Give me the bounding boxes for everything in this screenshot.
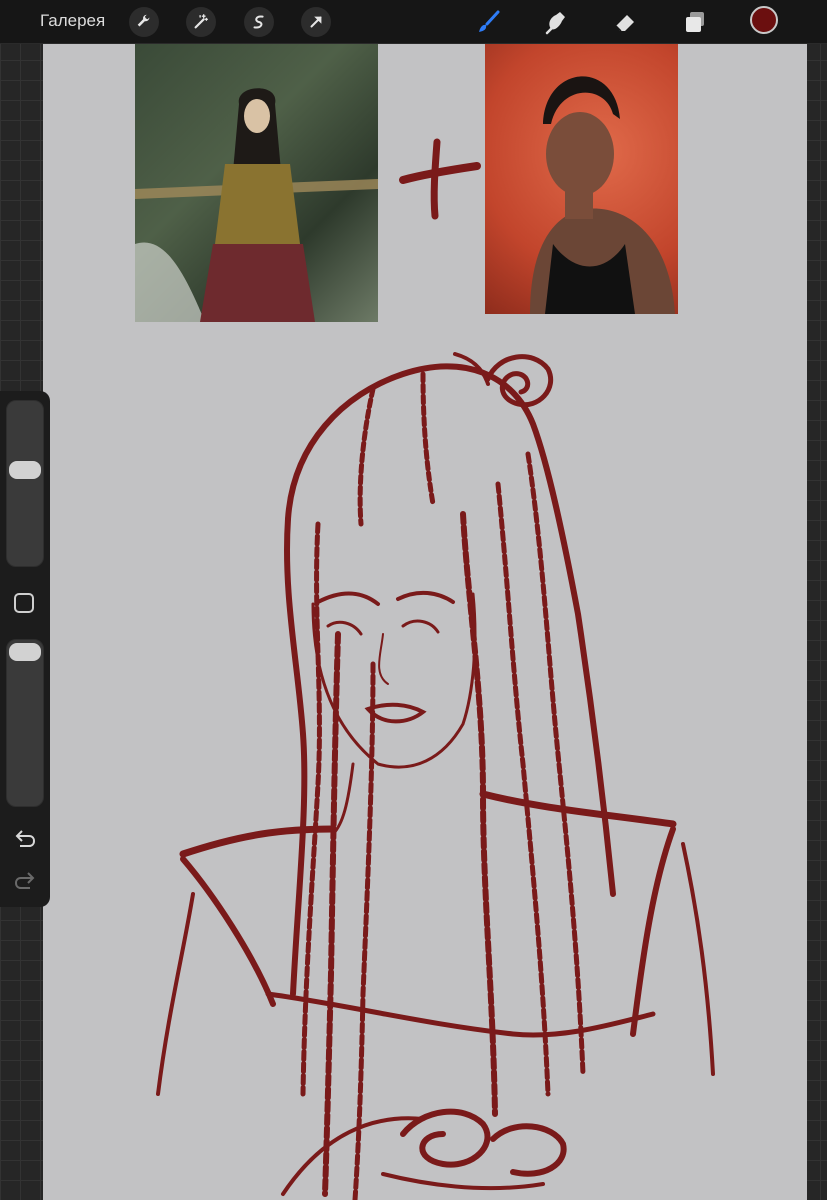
layers-icon[interactable] bbox=[679, 6, 711, 38]
modify-button[interactable] bbox=[14, 593, 34, 613]
plus-sketch bbox=[399, 138, 481, 220]
brush-icon[interactable] bbox=[473, 6, 505, 38]
wrench-icon[interactable] bbox=[129, 7, 159, 37]
gallery-button[interactable]: Галерея bbox=[40, 11, 105, 31]
side-toolbar bbox=[0, 391, 50, 907]
eraser-icon[interactable] bbox=[609, 6, 641, 38]
smudge-icon[interactable] bbox=[540, 6, 572, 38]
fantasy-woman-painting bbox=[135, 44, 378, 322]
brush-opacity-slider[interactable] bbox=[6, 639, 44, 807]
brush-opacity-thumb[interactable] bbox=[9, 643, 41, 661]
drawing-canvas[interactable] bbox=[43, 44, 807, 1200]
selection-s-icon[interactable] bbox=[244, 7, 274, 37]
figure-sketch bbox=[156, 352, 715, 1200]
top-toolbar: Галерея bbox=[0, 0, 827, 44]
woman-portrait-photo bbox=[485, 44, 678, 314]
redo-icon[interactable] bbox=[12, 868, 38, 894]
brush-size-thumb[interactable] bbox=[9, 461, 41, 479]
magic-wand-icon[interactable] bbox=[186, 7, 216, 37]
transform-arrow-icon[interactable] bbox=[301, 7, 331, 37]
color-swatch[interactable] bbox=[750, 6, 778, 34]
brush-size-slider[interactable] bbox=[6, 400, 44, 567]
undo-icon[interactable] bbox=[12, 826, 38, 852]
